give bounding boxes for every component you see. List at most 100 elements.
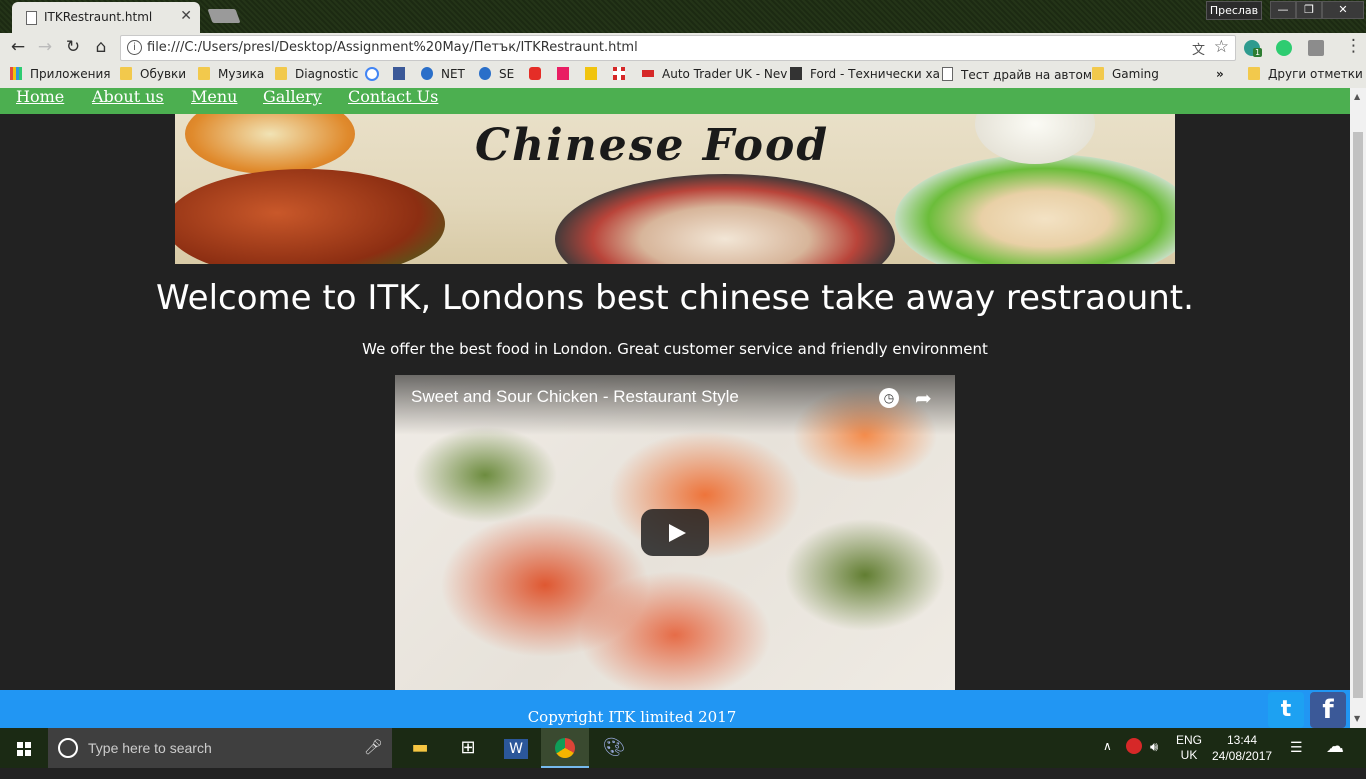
- autotrader-icon: [642, 70, 654, 77]
- bookmark-music[interactable]: Музика: [198, 67, 264, 81]
- tray-expand-icon[interactable]: ∧: [1103, 739, 1112, 779]
- clock[interactable]: 13:44 24/08/2017: [1212, 732, 1272, 772]
- globe-icon: [479, 67, 491, 80]
- folder-icon: [275, 67, 287, 80]
- extension-pdf-icon[interactable]: [1308, 40, 1324, 56]
- onedrive-icon[interactable]: ☁: [1326, 736, 1344, 776]
- reload-icon[interactable]: ↻: [63, 37, 83, 57]
- paint-icon[interactable]: 🎨︎: [590, 728, 638, 768]
- bookmark-testdrive[interactable]: Тест драйв на автом: [942, 67, 1092, 82]
- info-icon[interactable]: i: [127, 40, 142, 55]
- browser-tab-bar: ITKRestraunt.html ✕ Преслав — ❐ ✕: [0, 0, 1366, 33]
- tab-title: ITKRestraunt.html: [44, 10, 153, 24]
- bookmark-shoes[interactable]: Обувки: [120, 67, 186, 81]
- nav-gallery[interactable]: Gallery: [263, 88, 322, 106]
- folder-icon: [1092, 67, 1104, 80]
- windows-logo-icon: [17, 742, 31, 756]
- bookmark-gaming[interactable]: Gaming: [1092, 67, 1159, 81]
- google-icon: [365, 67, 379, 81]
- bookmark-net[interactable]: NET: [421, 67, 465, 81]
- minimize-icon[interactable]: —: [1270, 1, 1296, 19]
- extension-green-icon[interactable]: [1276, 40, 1292, 56]
- video-title[interactable]: Sweet and Sour Chicken - Restaurant Styl…: [411, 387, 739, 407]
- page-title: Welcome to ITK, Londons best chinese tak…: [156, 278, 1194, 318]
- watch-later-icon[interactable]: ◷: [879, 388, 899, 408]
- share-icon[interactable]: ➦: [915, 386, 932, 410]
- banner-dish: [185, 114, 355, 174]
- banner-dish: [175, 169, 445, 264]
- address-bar[interactable]: i file:///C:/Users/presl/Desktop/Assignm…: [120, 35, 1236, 61]
- action-center-icon[interactable]: ☰: [1290, 739, 1303, 779]
- new-tab-button[interactable]: [207, 9, 241, 23]
- bookmark-other[interactable]: Други отметки: [1248, 67, 1363, 81]
- scroll-down-icon[interactable]: ▼: [1354, 714, 1360, 723]
- play-button[interactable]: [641, 509, 709, 556]
- file-explorer-icon[interactable]: ▬: [396, 728, 444, 768]
- banner-dish: [555, 174, 895, 264]
- document-icon: [942, 67, 953, 81]
- extension-grammarly-icon[interactable]: 1: [1244, 40, 1263, 57]
- bookmarks-bar: Приложения Обувки Музика Diagnostic NET …: [0, 61, 1366, 89]
- bookmark-youtube[interactable]: [529, 67, 549, 81]
- close-window-icon[interactable]: ✕: [1322, 1, 1364, 19]
- cortana-icon: [58, 738, 78, 758]
- folder-icon: [1248, 67, 1260, 80]
- nav-home[interactable]: Home: [16, 88, 64, 106]
- nav-about[interactable]: About us: [92, 88, 164, 106]
- taskbar-search[interactable]: Type here to search 🎤︎: [48, 728, 392, 768]
- facebook-icon: [393, 67, 405, 80]
- banner-dish: [895, 154, 1175, 264]
- page-viewport: Home About us Menu Gallery Contact Us Ch…: [0, 88, 1350, 728]
- bookmark-autotrader[interactable]: Auto Trader UK - Nev: [642, 67, 787, 81]
- bookmark-apps[interactable]: Приложения: [10, 67, 111, 81]
- twitter-icon[interactable]: t: [1268, 692, 1304, 728]
- volume-icon[interactable]: 🔊︎: [1150, 739, 1158, 779]
- bookmark-grid[interactable]: [585, 67, 605, 81]
- microphone-icon[interactable]: 🎤︎: [364, 738, 383, 756]
- restore-icon[interactable]: ❐: [1296, 1, 1322, 19]
- bookmark-ford[interactable]: Ford - Технически ха: [790, 67, 940, 81]
- translate-icon[interactable]: 文: [1192, 39, 1205, 58]
- document-icon: [26, 11, 37, 25]
- page-scrollbar[interactable]: ▲ ▼: [1350, 88, 1366, 728]
- nav-menu[interactable]: Menu: [191, 88, 237, 106]
- search-placeholder: Type here to search: [88, 740, 212, 756]
- bookmark-star-icon[interactable]: ☆: [1214, 37, 1229, 57]
- banner-title: Chinese Food: [475, 120, 830, 171]
- browser-tab[interactable]: ITKRestraunt.html ✕: [12, 2, 200, 33]
- folder-icon: [198, 67, 210, 80]
- bookmark-seven[interactable]: [557, 67, 577, 81]
- apps-grid-icon: [10, 67, 22, 80]
- url-text: file:///C:/Users/presl/Desktop/Assignmen…: [147, 40, 638, 55]
- store-icon[interactable]: ⊞: [444, 728, 492, 768]
- site-footer: Copyright ITK limited 2017 t f: [0, 690, 1350, 728]
- language-indicator[interactable]: ENG UK: [1176, 733, 1202, 773]
- scrollbar-thumb[interactable]: [1353, 132, 1363, 698]
- bookmark-google[interactable]: [365, 67, 387, 82]
- bookmark-diagnostic[interactable]: Diagnostic: [275, 67, 358, 81]
- folder-icon: [120, 67, 132, 80]
- seven-icon: [557, 67, 569, 80]
- facebook-icon[interactable]: f: [1310, 692, 1346, 728]
- bookmark-facebook[interactable]: [393, 67, 413, 81]
- home-icon[interactable]: ⌂: [91, 37, 111, 57]
- close-tab-icon[interactable]: ✕: [180, 8, 192, 24]
- ford-icon: [790, 67, 802, 80]
- browser-menu-icon[interactable]: ⋮: [1345, 36, 1362, 56]
- browser-toolbar: ← → ↻ ⌂ i file:///C:/Users/presl/Desktop…: [0, 33, 1366, 61]
- start-button[interactable]: [0, 728, 48, 768]
- back-icon[interactable]: ←: [8, 37, 28, 57]
- forward-icon[interactable]: →: [35, 37, 55, 57]
- video-embed[interactable]: Sweet and Sour Chicken - Restaurant Styl…: [395, 375, 955, 690]
- bookmarks-overflow-icon[interactable]: »: [1216, 67, 1224, 81]
- chrome-icon[interactable]: [541, 728, 589, 768]
- bookmark-se[interactable]: SE: [479, 67, 514, 81]
- profile-button[interactable]: Преслав: [1206, 1, 1262, 20]
- nav-contact[interactable]: Contact Us: [348, 88, 438, 106]
- banner-image: Chinese Food: [175, 114, 1175, 264]
- youtube-icon: [529, 67, 541, 80]
- word-icon[interactable]: W: [492, 728, 540, 768]
- tray-app-icon[interactable]: [1126, 738, 1142, 754]
- bookmark-redcross[interactable]: [613, 67, 633, 81]
- scroll-up-icon[interactable]: ▲: [1354, 92, 1360, 101]
